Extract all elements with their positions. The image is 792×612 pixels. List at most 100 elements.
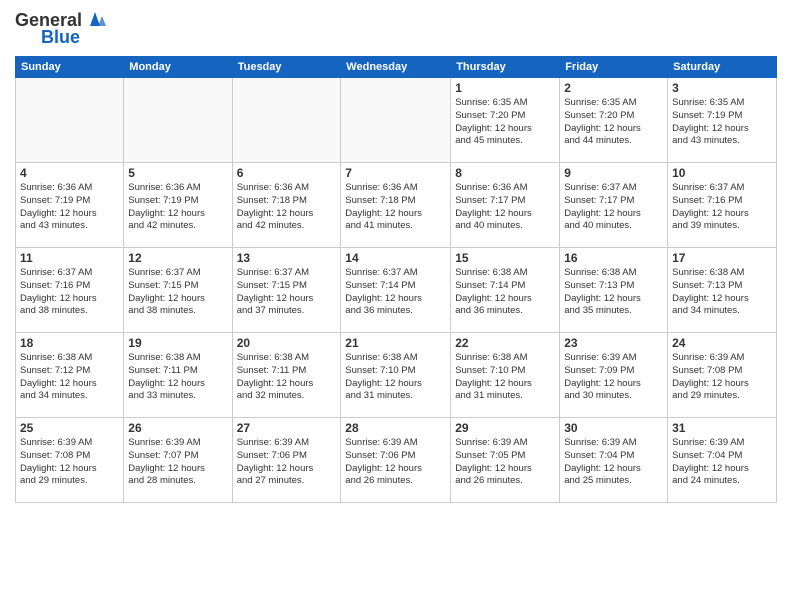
logo-blue: Blue — [41, 27, 80, 48]
logo: General Blue — [15, 10, 106, 48]
calendar-cell: 6 Sunrise: 6:36 AM Sunset: 7:18 PM Daylig… — [232, 163, 341, 248]
day-info: Sunrise: 6:38 AM Sunset: 7:14 PM Dayligh… — [455, 267, 555, 318]
calendar-cell: 21 Sunrise: 6:38 AM Sunset: 7:10 PM Dayli… — [341, 333, 451, 418]
day-number: 24 — [672, 336, 772, 350]
day-info: Sunrise: 6:39 AM Sunset: 7:04 PM Dayligh… — [564, 437, 663, 488]
weekday-header-wednesday: Wednesday — [341, 57, 451, 78]
day-number: 18 — [20, 336, 119, 350]
day-info: Sunrise: 6:39 AM Sunset: 7:04 PM Dayligh… — [672, 437, 772, 488]
day-number: 3 — [672, 81, 772, 95]
day-number: 22 — [455, 336, 555, 350]
calendar-cell: 22 Sunrise: 6:38 AM Sunset: 7:10 PM Dayli… — [451, 333, 560, 418]
day-info: Sunrise: 6:39 AM Sunset: 7:08 PM Dayligh… — [20, 437, 119, 488]
day-info: Sunrise: 6:39 AM Sunset: 7:05 PM Dayligh… — [455, 437, 555, 488]
day-number: 1 — [455, 81, 555, 95]
calendar-cell: 3 Sunrise: 6:35 AM Sunset: 7:19 PM Daylig… — [668, 78, 777, 163]
calendar-cell — [341, 78, 451, 163]
calendar-cell: 10 Sunrise: 6:37 AM Sunset: 7:16 PM Dayli… — [668, 163, 777, 248]
calendar-cell: 1Sunrise: 6:35 AM Sunset: 7:20 PM Daylig… — [451, 78, 560, 163]
calendar-cell: 5 Sunrise: 6:36 AM Sunset: 7:19 PM Daylig… — [124, 163, 232, 248]
day-number: 20 — [237, 336, 337, 350]
day-number: 5 — [128, 166, 227, 180]
day-number: 7 — [345, 166, 446, 180]
calendar-cell: 24 Sunrise: 6:39 AM Sunset: 7:08 PM Dayli… — [668, 333, 777, 418]
day-number: 17 — [672, 251, 772, 265]
calendar-cell: 26 Sunrise: 6:39 AM Sunset: 7:07 PM Dayli… — [124, 418, 232, 503]
day-info: Sunrise: 6:38 AM Sunset: 7:10 PM Dayligh… — [345, 352, 446, 403]
day-number: 31 — [672, 421, 772, 435]
calendar-cell — [232, 78, 341, 163]
calendar-cell: 9Sunrise: 6:37 AM Sunset: 7:17 PM Daylig… — [560, 163, 668, 248]
calendar-table: SundayMondayTuesdayWednesdayThursdayFrid… — [15, 56, 777, 503]
day-number: 16 — [564, 251, 663, 265]
calendar-cell: 23 Sunrise: 6:39 AM Sunset: 7:09 PM Dayli… — [560, 333, 668, 418]
day-number: 4 — [20, 166, 119, 180]
day-number: 14 — [345, 251, 446, 265]
calendar-cell: 27 Sunrise: 6:39 AM Sunset: 7:06 PM Dayli… — [232, 418, 341, 503]
day-info: Sunrise: 6:37 AM Sunset: 7:16 PM Dayligh… — [672, 182, 772, 233]
day-info: Sunrise: 6:36 AM Sunset: 7:19 PM Dayligh… — [128, 182, 227, 233]
weekday-header-thursday: Thursday — [451, 57, 560, 78]
day-info: Sunrise: 6:38 AM Sunset: 7:10 PM Dayligh… — [455, 352, 555, 403]
day-number: 19 — [128, 336, 227, 350]
calendar-cell: 19 Sunrise: 6:38 AM Sunset: 7:11 PM Dayli… — [124, 333, 232, 418]
day-info: Sunrise: 6:38 AM Sunset: 7:13 PM Dayligh… — [564, 267, 663, 318]
day-info: Sunrise: 6:39 AM Sunset: 7:06 PM Dayligh… — [237, 437, 337, 488]
calendar-cell: 8 Sunrise: 6:36 AM Sunset: 7:17 PM Daylig… — [451, 163, 560, 248]
weekday-header-saturday: Saturday — [668, 57, 777, 78]
day-number: 28 — [345, 421, 446, 435]
day-info: Sunrise: 6:35 AM Sunset: 7:19 PM Dayligh… — [672, 97, 772, 148]
day-number: 10 — [672, 166, 772, 180]
day-number: 13 — [237, 251, 337, 265]
day-number: 15 — [455, 251, 555, 265]
day-info: Sunrise: 6:39 AM Sunset: 7:08 PM Dayligh… — [672, 352, 772, 403]
calendar-cell: 14 Sunrise: 6:37 AM Sunset: 7:14 PM Dayli… — [341, 248, 451, 333]
calendar-cell: 30 Sunrise: 6:39 AM Sunset: 7:04 PM Dayli… — [560, 418, 668, 503]
calendar-cell: 25 Sunrise: 6:39 AM Sunset: 7:08 PM Dayli… — [16, 418, 124, 503]
calendar-cell: 28Sunrise: 6:39 AM Sunset: 7:06 PM Dayli… — [341, 418, 451, 503]
day-number: 25 — [20, 421, 119, 435]
calendar-cell: 12Sunrise: 6:37 AM Sunset: 7:15 PM Dayli… — [124, 248, 232, 333]
day-info: Sunrise: 6:38 AM Sunset: 7:12 PM Dayligh… — [20, 352, 119, 403]
day-number: 11 — [20, 251, 119, 265]
day-info: Sunrise: 6:37 AM Sunset: 7:16 PM Dayligh… — [20, 267, 119, 318]
calendar-cell: 2 Sunrise: 6:35 AM Sunset: 7:20 PM Daylig… — [560, 78, 668, 163]
weekday-header-tuesday: Tuesday — [232, 57, 341, 78]
day-number: 30 — [564, 421, 663, 435]
day-number: 26 — [128, 421, 227, 435]
day-number: 23 — [564, 336, 663, 350]
day-number: 6 — [237, 166, 337, 180]
calendar-cell: 11 Sunrise: 6:37 AM Sunset: 7:16 PM Dayli… — [16, 248, 124, 333]
day-info: Sunrise: 6:38 AM Sunset: 7:13 PM Dayligh… — [672, 267, 772, 318]
day-number: 29 — [455, 421, 555, 435]
calendar-cell: 29 Sunrise: 6:39 AM Sunset: 7:05 PM Dayli… — [451, 418, 560, 503]
day-info: Sunrise: 6:36 AM Sunset: 7:18 PM Dayligh… — [237, 182, 337, 233]
day-number: 2 — [564, 81, 663, 95]
day-number: 21 — [345, 336, 446, 350]
day-number: 27 — [237, 421, 337, 435]
day-info: Sunrise: 6:38 AM Sunset: 7:11 PM Dayligh… — [237, 352, 337, 403]
page-header: General Blue — [15, 10, 777, 48]
day-info: Sunrise: 6:35 AM Sunset: 7:20 PM Dayligh… — [564, 97, 663, 148]
day-info: Sunrise: 6:39 AM Sunset: 7:09 PM Dayligh… — [564, 352, 663, 403]
calendar-cell: 31 Sunrise: 6:39 AM Sunset: 7:04 PM Dayli… — [668, 418, 777, 503]
day-info: Sunrise: 6:37 AM Sunset: 7:15 PM Dayligh… — [237, 267, 337, 318]
day-info: Sunrise: 6:36 AM Sunset: 7:18 PM Dayligh… — [345, 182, 446, 233]
calendar-cell: 13 Sunrise: 6:37 AM Sunset: 7:15 PM Dayli… — [232, 248, 341, 333]
day-info: Sunrise: 6:36 AM Sunset: 7:17 PM Dayligh… — [455, 182, 555, 233]
day-info: Sunrise: 6:36 AM Sunset: 7:19 PM Dayligh… — [20, 182, 119, 233]
day-info: Sunrise: 6:38 AM Sunset: 7:11 PM Dayligh… — [128, 352, 227, 403]
logo-icon — [84, 8, 106, 30]
day-info: Sunrise: 6:37 AM Sunset: 7:14 PM Dayligh… — [345, 267, 446, 318]
calendar-cell: 15 Sunrise: 6:38 AM Sunset: 7:14 PM Dayli… — [451, 248, 560, 333]
calendar-cell — [16, 78, 124, 163]
day-number: 8 — [455, 166, 555, 180]
calendar-cell: 20 Sunrise: 6:38 AM Sunset: 7:11 PM Dayli… — [232, 333, 341, 418]
calendar-cell: 7 Sunrise: 6:36 AM Sunset: 7:18 PM Daylig… — [341, 163, 451, 248]
calendar-cell: 4 Sunrise: 6:36 AM Sunset: 7:19 PM Daylig… — [16, 163, 124, 248]
calendar-cell: 18 Sunrise: 6:38 AM Sunset: 7:12 PM Dayli… — [16, 333, 124, 418]
day-info: Sunrise: 6:37 AM Sunset: 7:17 PM Dayligh… — [564, 182, 663, 233]
weekday-header-monday: Monday — [124, 57, 232, 78]
weekday-header-sunday: Sunday — [16, 57, 124, 78]
day-info: Sunrise: 6:39 AM Sunset: 7:07 PM Dayligh… — [128, 437, 227, 488]
